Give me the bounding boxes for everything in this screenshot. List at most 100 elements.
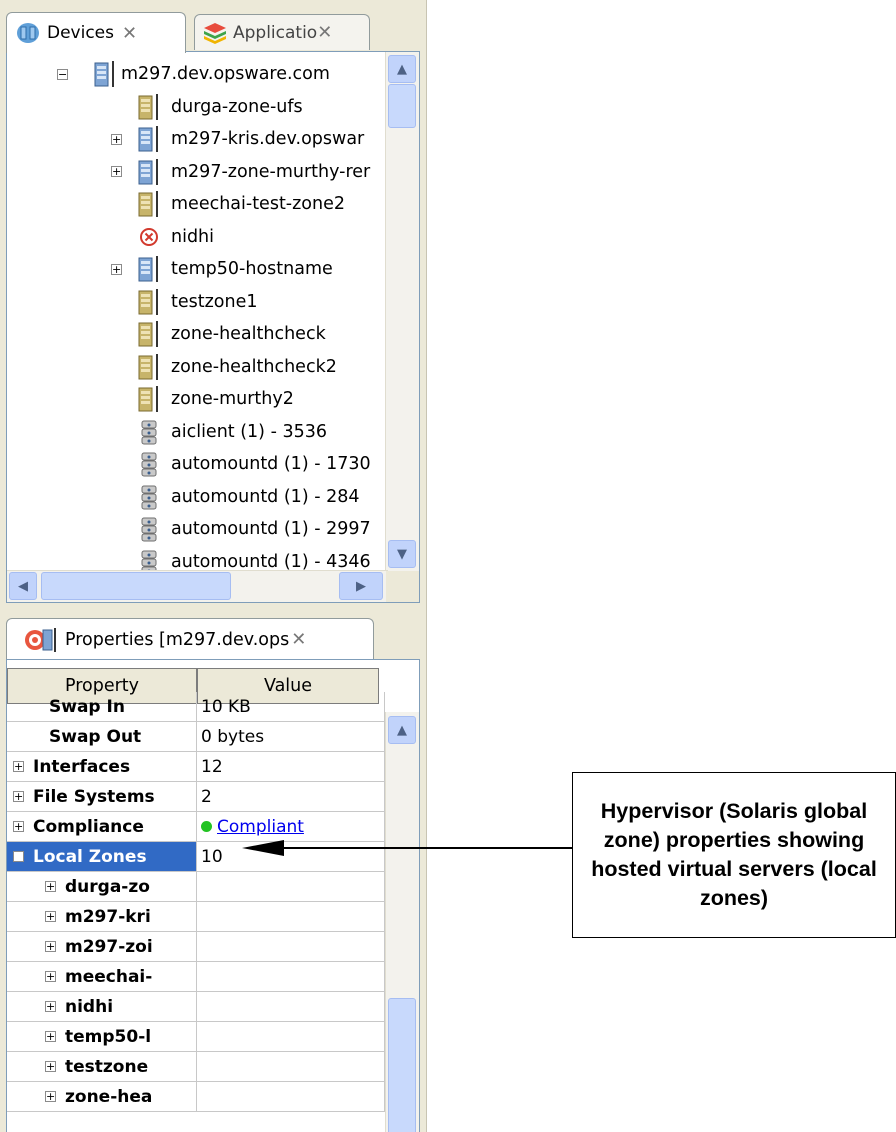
tree-node[interactable]: durga-zone-ufs (7, 91, 385, 124)
property-name-cell[interactable]: + temp50-l (7, 1022, 197, 1052)
compliance-link[interactable]: Compliant (217, 817, 304, 837)
expand-icon[interactable]: + (111, 133, 122, 145)
property-name-cell[interactable]: + Interfaces (7, 752, 197, 782)
property-name-cell[interactable]: + nidhi (7, 992, 197, 1022)
tree-node[interactable]: nidhi (7, 221, 385, 254)
tree-node[interactable]: + temp50-hostname (7, 253, 385, 286)
local-zone-row[interactable]: + zone-hea (7, 1082, 385, 1112)
property-row[interactable]: Swap Out 0 bytes (7, 722, 385, 752)
local-zone-row[interactable]: + testzone (7, 1052, 385, 1082)
zone-server-icon (138, 353, 158, 380)
property-row[interactable]: + Interfaces 12 (7, 752, 385, 782)
tree-node[interactable]: automountd (1) - 2997 (7, 513, 385, 546)
property-row[interactable]: Swap In 10 KB (7, 692, 385, 722)
property-value-cell (197, 1082, 385, 1112)
property-value: 0 bytes (201, 726, 265, 747)
expand-icon[interactable]: + (45, 941, 56, 952)
expand-icon[interactable]: + (45, 1091, 56, 1102)
local-zone-row[interactable]: + m297-kri (7, 902, 385, 932)
tree-root-node[interactable]: − m297.dev.opsware.com (7, 58, 385, 91)
property-name: File Systems (33, 786, 155, 807)
tree-node-label: m297-kris.dev.opswar (171, 129, 365, 150)
property-name-cell[interactable]: + zone-hea (7, 1082, 197, 1112)
expand-icon[interactable]: + (13, 821, 24, 832)
expand-icon[interactable]: + (45, 1061, 56, 1072)
property-name-cell[interactable]: + Compliance (7, 812, 197, 842)
local-zone-row[interactable]: + meechai- (7, 962, 385, 992)
property-value-cell: 0 bytes (197, 722, 385, 752)
tree-node[interactable]: zone-healthcheck (7, 318, 385, 351)
property-value-cell (197, 992, 385, 1022)
tree-node[interactable]: zone-healthcheck2 (7, 351, 385, 384)
property-name: Compliance (33, 816, 144, 837)
property-name: Interfaces (33, 756, 131, 777)
scroll-up-icon[interactable]: ▲ (388, 716, 416, 744)
expand-icon[interactable]: + (45, 881, 56, 892)
property-name-cell[interactable]: Swap Out (7, 722, 197, 752)
local-zone-row[interactable]: + m297-zoi (7, 932, 385, 962)
property-name-cell[interactable]: + durga-zo (7, 872, 197, 902)
local-zone-row[interactable]: + durga-zo (7, 872, 385, 902)
property-name-cell[interactable]: − Local Zones (7, 842, 197, 872)
local-zone-row[interactable]: + nidhi (7, 992, 385, 1022)
property-name: durga-zo (65, 876, 150, 897)
expand-icon[interactable]: + (45, 911, 56, 922)
property-name-cell[interactable]: + testzone (7, 1052, 197, 1082)
scroll-thumb[interactable] (388, 84, 416, 128)
scroll-right-icon[interactable]: ▶ (339, 572, 383, 600)
property-name-cell[interactable]: Swap In (7, 692, 197, 722)
property-name-cell[interactable]: + m297-kri (7, 902, 197, 932)
expand-icon[interactable]: + (45, 1031, 56, 1042)
tree-node[interactable]: + m297-zone-murthy-rer (7, 156, 385, 189)
scroll-up-icon[interactable]: ▲ (388, 55, 416, 83)
tab-devices[interactable]: Devices ✕ (6, 12, 186, 53)
property-name: Local Zones (33, 846, 147, 867)
tree-node[interactable]: meechai-test-zone2 (7, 188, 385, 221)
expand-icon[interactable]: + (111, 263, 122, 275)
tree-node[interactable]: zone-murthy2 (7, 383, 385, 416)
tree-node[interactable]: automountd (1) - 284 (7, 481, 385, 514)
property-name: testzone (65, 1056, 149, 1077)
tab-properties[interactable]: Properties [m297.dev.ops ✕ (6, 618, 374, 660)
property-name-cell[interactable]: + meechai- (7, 962, 197, 992)
expand-icon[interactable]: + (13, 761, 24, 772)
local-zone-row[interactable]: + temp50-l (7, 1022, 385, 1052)
property-name: m297-zoi (65, 936, 153, 957)
property-row[interactable]: + File Systems 2 (7, 782, 385, 812)
property-name: Swap In (49, 696, 125, 717)
collapse-icon[interactable]: − (57, 68, 68, 80)
expand-icon[interactable]: + (111, 166, 122, 178)
expand-icon[interactable]: + (13, 791, 24, 802)
tree-horizontal-scrollbar[interactable]: ◀ ▶ (7, 570, 388, 602)
server-icon (94, 61, 114, 88)
scroll-thumb[interactable] (388, 998, 416, 1132)
tree-node[interactable]: testzone1 (7, 286, 385, 319)
close-icon[interactable]: ✕ (317, 22, 332, 43)
tree-node[interactable]: + m297-kris.dev.opswar (7, 123, 385, 156)
tree-vertical-scrollbar[interactable]: ▲ ▼ (385, 52, 419, 572)
collapse-icon[interactable]: − (13, 851, 24, 862)
properties-vertical-scrollbar[interactable]: ▲ (385, 712, 419, 1132)
property-name: m297-kri (65, 906, 151, 927)
expand-icon[interactable]: + (45, 1001, 56, 1012)
property-value-cell (197, 902, 385, 932)
close-icon[interactable]: ✕ (291, 629, 306, 650)
property-value: 2 (201, 786, 212, 807)
zone-server-icon (138, 386, 158, 413)
server-icon (138, 126, 158, 153)
scroll-down-icon[interactable]: ▼ (388, 540, 416, 568)
property-value: 12 (201, 756, 223, 777)
close-icon[interactable]: ✕ (122, 23, 137, 44)
process-icon (141, 485, 157, 510)
expand-icon[interactable]: + (45, 971, 56, 982)
scroll-left-icon[interactable]: ◀ (9, 572, 37, 600)
property-name-cell[interactable]: + File Systems (7, 782, 197, 812)
property-name: nidhi (65, 996, 114, 1017)
server-icon (138, 256, 158, 283)
scroll-thumb-horizontal[interactable] (41, 572, 231, 600)
tree-node[interactable]: aiclient (1) - 3536 (7, 416, 385, 449)
property-name-cell[interactable]: + m297-zoi (7, 932, 197, 962)
tree-node[interactable]: automountd (1) - 1730 (7, 448, 385, 481)
tab-applications[interactable]: Applicatio ✕ (194, 14, 370, 50)
tree-node-label: temp50-hostname (171, 259, 333, 280)
